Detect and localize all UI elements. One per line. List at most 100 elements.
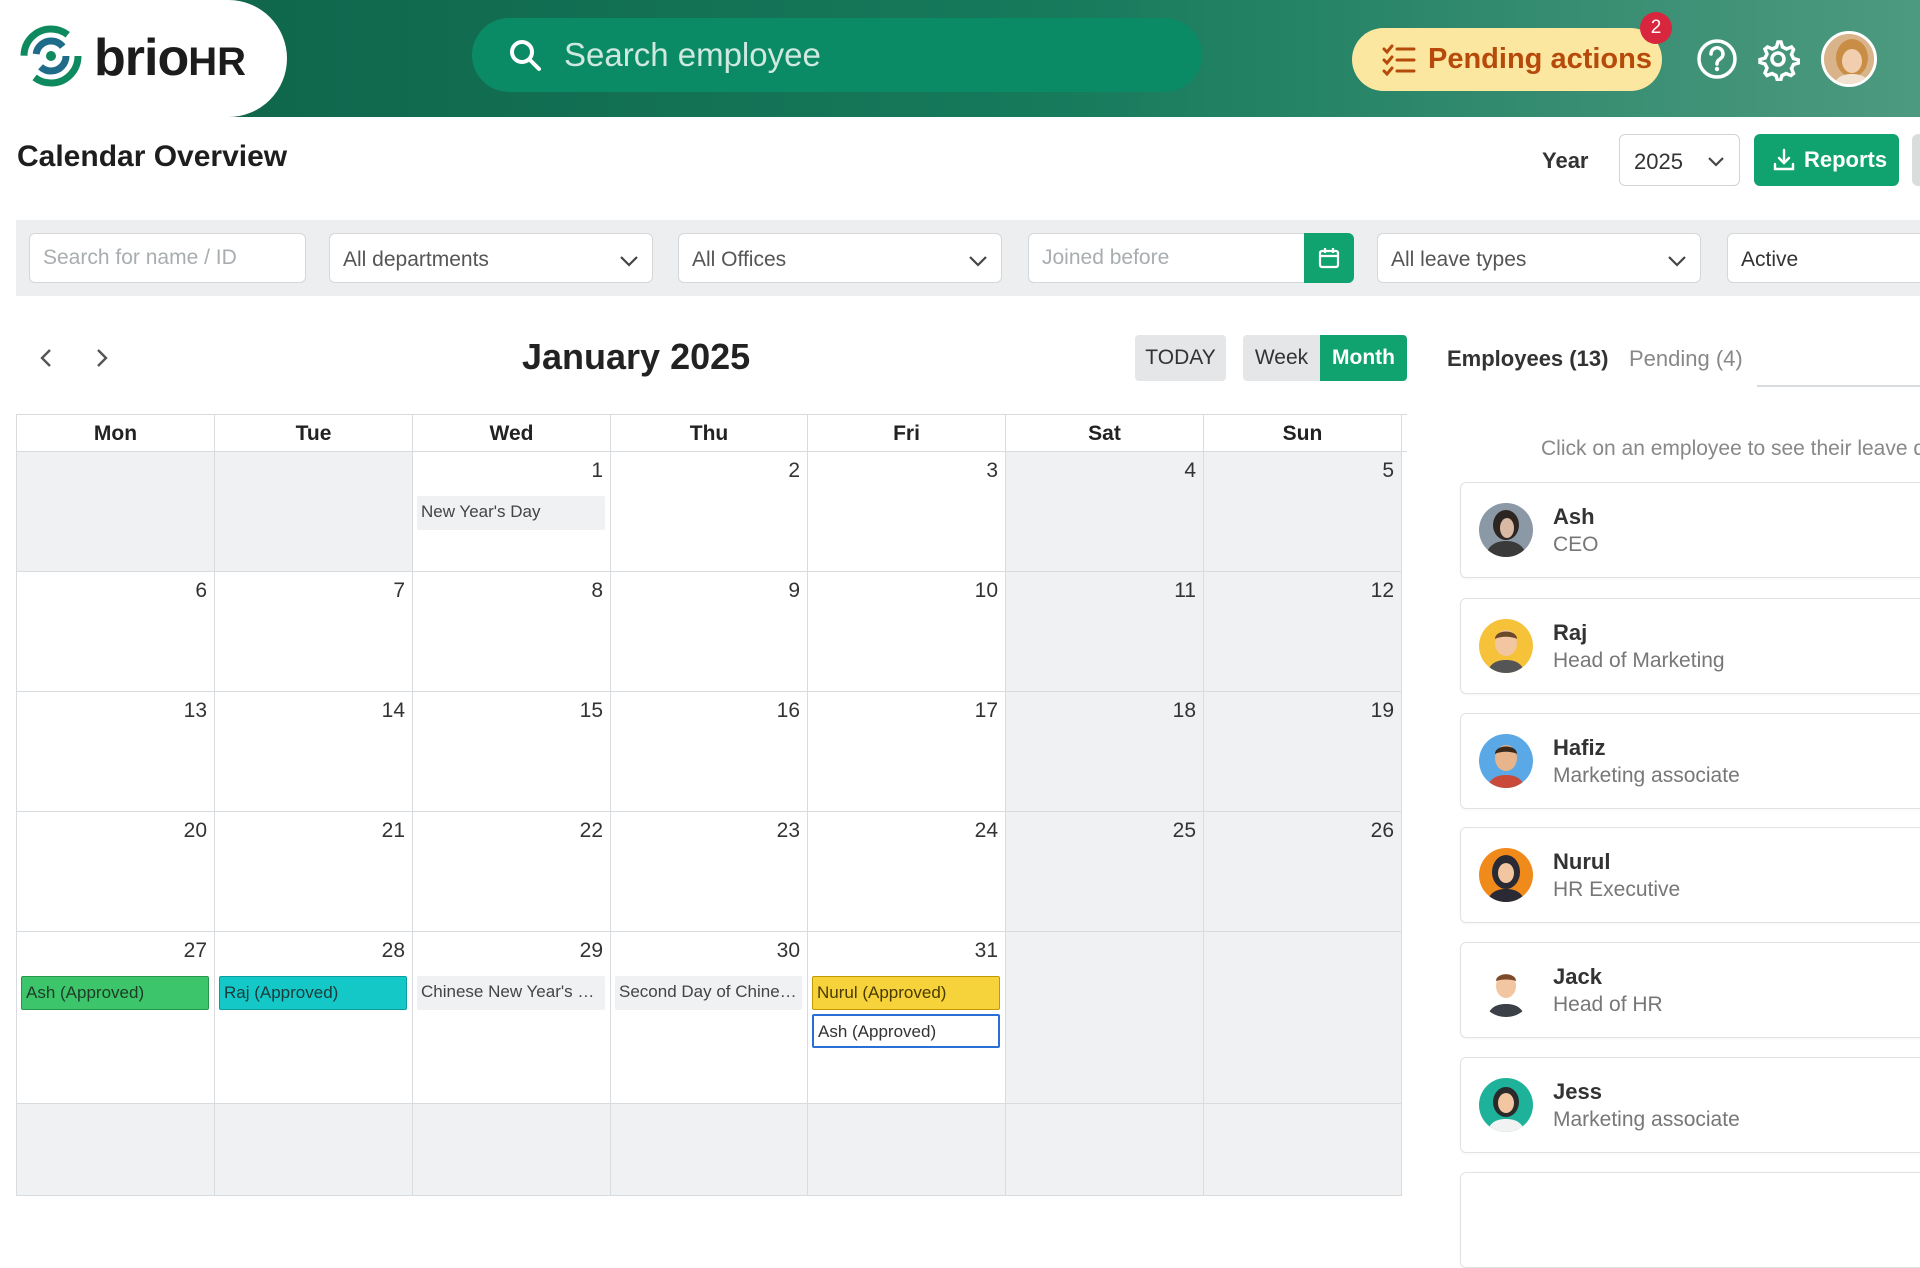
chevron-right-icon[interactable] <box>88 342 116 374</box>
employee-search[interactable] <box>472 18 1202 92</box>
day-cell-18[interactable]: 18 <box>1006 692 1204 812</box>
leave-type-select[interactable]: All leave types <box>1377 233 1701 283</box>
day-cell-9[interactable]: 9 <box>611 572 808 692</box>
day-cell-1[interactable]: 1 New Year's Day <box>413 452 611 572</box>
holiday-event[interactable]: New Year's Day <box>417 496 605 530</box>
tab-employees[interactable]: Employees (13) <box>1447 346 1608 372</box>
empty-day-cell <box>1006 932 1204 1104</box>
day-cell-22[interactable]: 22 <box>413 812 611 932</box>
day-cell-5[interactable]: 5 <box>1204 452 1402 572</box>
brio-logo-icon <box>20 25 82 87</box>
search-employee-input[interactable] <box>564 18 1164 92</box>
day-cell-25[interactable]: 25 <box>1006 812 1204 932</box>
day-cell-13[interactable]: 13 <box>17 692 215 812</box>
day-number: 18 <box>1172 699 1196 722</box>
user-avatar[interactable] <box>1821 31 1877 87</box>
day-number: 13 <box>183 699 207 722</box>
department-select[interactable]: All departments <box>329 233 653 283</box>
week-view-button[interactable]: Week <box>1243 335 1320 381</box>
employee-card[interactable]: Raj Head of Marketing <box>1460 598 1920 694</box>
month-view-button[interactable]: Month <box>1320 335 1407 381</box>
day-cell-14[interactable]: 14 <box>215 692 413 812</box>
day-number: 10 <box>974 579 998 602</box>
person-avatar-icon <box>1479 1078 1533 1132</box>
person-avatar-icon <box>1479 619 1533 673</box>
year-label: Year <box>1542 148 1589 173</box>
year-select[interactable]: 2025 <box>1619 134 1740 186</box>
logo-text: brioHR <box>94 29 246 87</box>
date-picker-button[interactable] <box>1304 233 1354 283</box>
help-icon[interactable] <box>1696 38 1738 80</box>
day-cell-10[interactable]: 10 <box>808 572 1006 692</box>
day-number: 2 <box>788 459 800 482</box>
day-number: 28 <box>381 939 405 962</box>
name-id-search-input[interactable] <box>29 233 306 283</box>
day-number: 21 <box>381 819 405 842</box>
logo[interactable]: brioHR <box>0 0 287 117</box>
day-cell-2[interactable]: 2 <box>611 452 808 572</box>
day-cell-3[interactable]: 3 <box>808 452 1006 572</box>
day-cell-19[interactable]: 19 <box>1204 692 1402 812</box>
employee-name: Jack <box>1553 964 1602 989</box>
task-list-icon <box>1382 44 1416 76</box>
weekday-sun: Sun <box>1204 415 1402 453</box>
tab-pending[interactable]: Pending (4) <box>1629 346 1743 372</box>
leave-event[interactable]: Nurul (Approved) <box>812 976 1000 1010</box>
day-cell-4[interactable]: 4 <box>1006 452 1204 572</box>
employee-card[interactable] <box>1460 1172 1920 1268</box>
day-cell-30[interactable]: 30 Second Day of Chinese New Year <box>611 932 808 1104</box>
status-select[interactable]: Active <box>1727 233 1920 283</box>
employee-card[interactable]: Hafiz Marketing associate <box>1460 713 1920 809</box>
day-cell-21[interactable]: 21 <box>215 812 413 932</box>
day-cell-20[interactable]: 20 <box>17 812 215 932</box>
day-number: 24 <box>974 819 998 842</box>
day-number: 22 <box>579 819 603 842</box>
day-cell-26[interactable]: 26 <box>1204 812 1402 932</box>
day-cell-7[interactable]: 7 <box>215 572 413 692</box>
employee-avatar <box>1479 734 1533 788</box>
day-cell-31[interactable]: 31 Nurul (Approved) Ash (Approved) <box>808 932 1006 1104</box>
day-number: 25 <box>1172 819 1196 842</box>
day-cell-28[interactable]: 28 Raj (Approved) <box>215 932 413 1104</box>
pending-actions-button[interactable]: Pending actions <box>1352 28 1662 91</box>
empty-day-cell <box>17 452 215 572</box>
day-cell-11[interactable]: 11 <box>1006 572 1204 692</box>
day-cell-16[interactable]: 16 <box>611 692 808 812</box>
day-cell-24[interactable]: 24 <box>808 812 1006 932</box>
employee-name: Raj <box>1553 620 1588 645</box>
more-button[interactable] <box>1912 134 1920 186</box>
holiday-event[interactable]: Chinese New Year's Day <box>417 976 605 1010</box>
day-number: 5 <box>1382 459 1394 482</box>
gear-icon[interactable] <box>1756 37 1800 81</box>
leave-event[interactable]: Raj (Approved) <box>219 976 407 1010</box>
day-cell-6[interactable]: 6 <box>17 572 215 692</box>
office-select[interactable]: All Offices <box>678 233 1002 283</box>
holiday-event[interactable]: Second Day of Chinese New Year <box>615 976 802 1010</box>
leave-event[interactable]: Ash (Approved) <box>21 976 209 1010</box>
day-number: 4 <box>1184 459 1196 482</box>
day-cell-8[interactable]: 8 <box>413 572 611 692</box>
day-cell-29[interactable]: 29 Chinese New Year's Day <box>413 932 611 1104</box>
employee-card[interactable]: Jack Head of HR <box>1460 942 1920 1038</box>
leave-event[interactable]: Ash (Approved) <box>812 1014 1000 1048</box>
page-title: Calendar Overview <box>17 140 288 173</box>
employee-avatar <box>1479 963 1533 1017</box>
day-cell-15[interactable]: 15 <box>413 692 611 812</box>
day-cell-17[interactable]: 17 <box>808 692 1006 812</box>
day-cell-27[interactable]: 27 Ash (Approved) <box>17 932 215 1104</box>
employee-name: Ash <box>1553 504 1595 529</box>
employee-card[interactable]: Ash CEO <box>1460 482 1920 578</box>
reports-button[interactable]: Reports <box>1754 134 1899 186</box>
weekday-tue: Tue <box>215 415 413 453</box>
today-button[interactable]: TODAY <box>1135 335 1226 381</box>
joined-before-input[interactable] <box>1028 233 1308 283</box>
reports-label: Reports <box>1804 147 1888 172</box>
calendar-title: January 2025 <box>522 336 751 377</box>
weekday-header: Mon Tue Wed Thu Fri Sat Sun <box>17 414 1407 453</box>
day-cell-23[interactable]: 23 <box>611 812 808 932</box>
notification-badge: 2 <box>1640 12 1672 44</box>
chevron-left-icon[interactable] <box>32 342 60 374</box>
day-cell-12[interactable]: 12 <box>1204 572 1402 692</box>
employee-card[interactable]: Nurul HR Executive <box>1460 827 1920 923</box>
employee-card[interactable]: Jess Marketing associate <box>1460 1057 1920 1153</box>
